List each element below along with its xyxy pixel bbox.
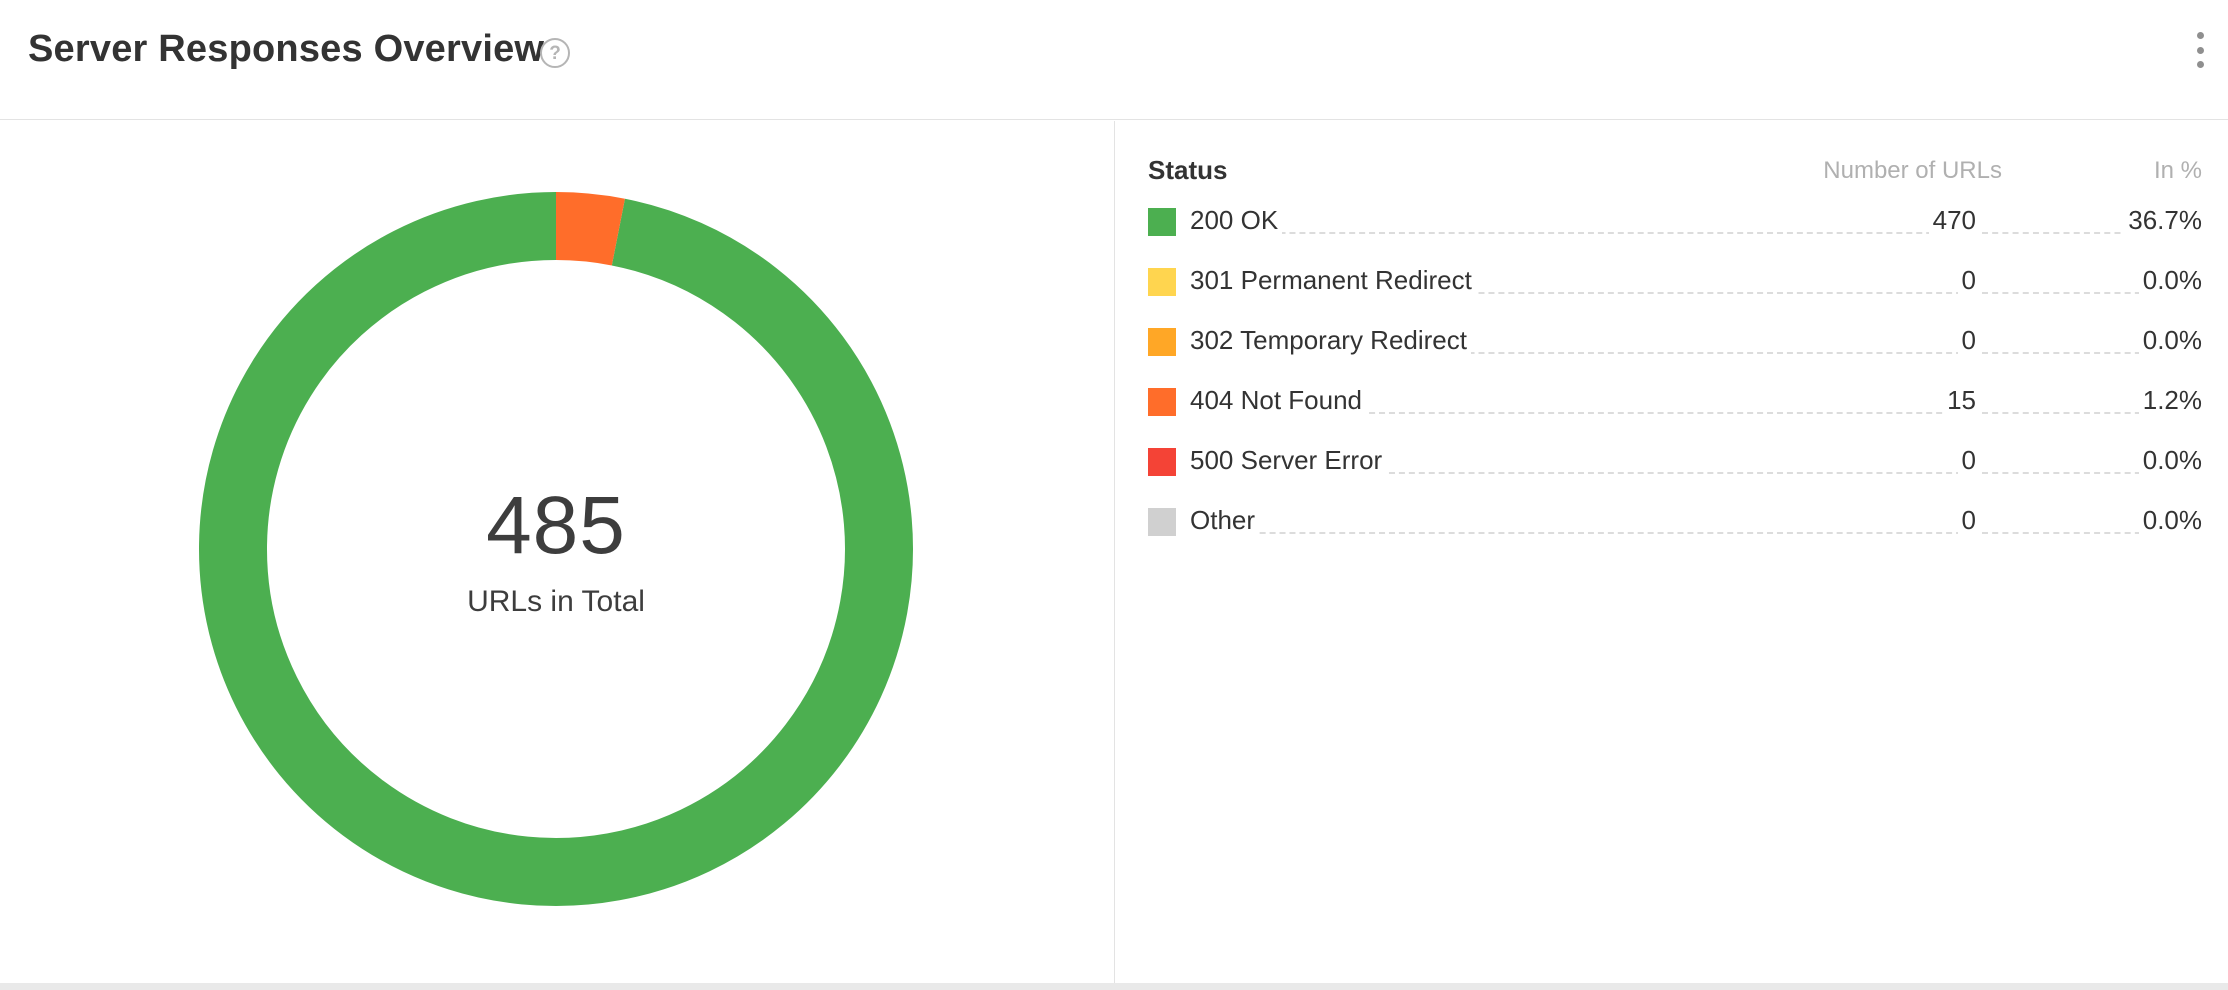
status-label: 301 Permanent Redirect xyxy=(1190,265,1476,296)
url-count: 0 xyxy=(1957,325,1976,356)
url-percent: 36.7% xyxy=(2124,205,2202,236)
url-percent: 1.2% xyxy=(2138,385,2202,416)
url-percent: 0.0% xyxy=(2138,325,2202,356)
column-header-percent: In % xyxy=(2153,157,2202,184)
url-count: 0 xyxy=(1957,445,1976,476)
table-row-301: 301 Permanent Redirect 0 0.0% xyxy=(1148,263,2202,303)
panel-bottom-border xyxy=(0,983,2228,990)
column-header-number: Number of URLs xyxy=(1823,157,2002,184)
url-count: 15 xyxy=(1943,385,1976,416)
url-percent: 0.0% xyxy=(2138,445,2202,476)
server-responses-panel: Server Responses Overview ? 485 URLs in … xyxy=(0,0,2228,990)
table-row-500: 500 Server Error 0 0.0% xyxy=(1148,443,2202,483)
url-count: 0 xyxy=(1957,265,1976,296)
url-count: 0 xyxy=(1957,505,1976,536)
legend-swatch xyxy=(1148,268,1176,296)
table-row-200-ok: 200 OK 470 36.7% xyxy=(1148,203,2202,243)
panel-header: Server Responses Overview ? xyxy=(0,0,2228,120)
status-label: 200 OK xyxy=(1190,205,1283,236)
leader-line xyxy=(1190,532,1972,534)
legend-swatch xyxy=(1148,448,1176,476)
table-row-302: 302 Temporary Redirect 0 0.0% xyxy=(1148,323,2202,363)
total-urls-label: URLs in Total xyxy=(467,585,645,618)
column-header-status: Status xyxy=(1148,155,1228,185)
legend-swatch xyxy=(1148,208,1176,236)
legend-swatch xyxy=(1148,388,1176,416)
legend-swatch xyxy=(1148,328,1176,356)
status-label: 404 Not Found xyxy=(1190,385,1367,416)
url-percent: 0.0% xyxy=(2138,265,2202,296)
url-count: 470 xyxy=(1928,205,1976,236)
status-label: Other xyxy=(1190,505,1260,536)
question-circle-icon[interactable]: ? xyxy=(540,38,570,68)
donut-chart-area: 485 URLs in Total xyxy=(0,121,1115,983)
panel-title: Server Responses Overview xyxy=(28,28,545,70)
table-row-other: Other 0 0.0% xyxy=(1148,503,2202,543)
donut-slice-404-not-found[interactable] xyxy=(555,192,625,266)
legend-swatch xyxy=(1148,508,1176,536)
table-row-404: 404 Not Found 15 1.2% xyxy=(1148,383,2202,423)
leader-line xyxy=(1190,232,1972,234)
status-label: 302 Temporary Redirect xyxy=(1190,325,1471,356)
url-percent: 0.0% xyxy=(2138,505,2202,536)
vertical-dots-icon[interactable] xyxy=(2194,32,2206,68)
total-urls-value: 485 xyxy=(486,480,626,571)
status-table: Status Number of URLs In % 200 OK 470 36… xyxy=(1116,121,2228,983)
status-label: 500 Server Error xyxy=(1190,445,1387,476)
